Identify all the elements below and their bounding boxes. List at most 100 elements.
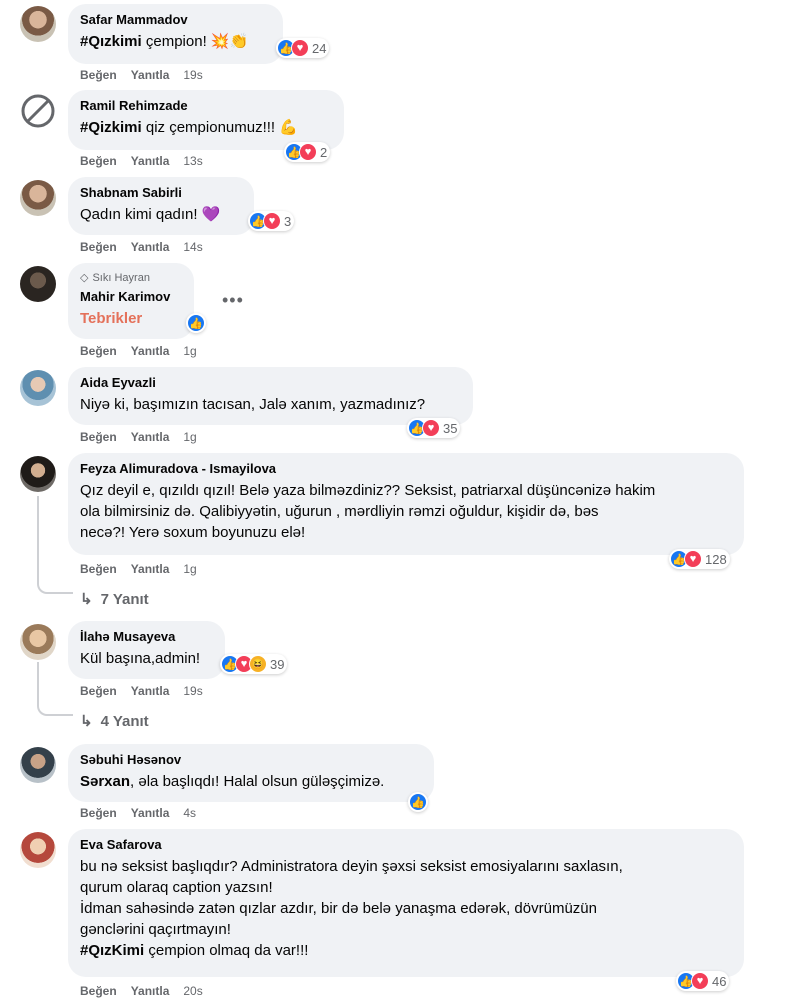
comment-author[interactable]: İlahə Musayeva bbox=[80, 629, 213, 645]
comment-text: bu nə seksist başlıqdır? Administratora … bbox=[80, 858, 623, 959]
reaction-summary[interactable]: 👍 ♥ 24 bbox=[276, 38, 330, 58]
comment-text: #Qızkimi çempion! 💥👏 bbox=[80, 33, 249, 50]
reaction-summary[interactable]: 👍 bbox=[408, 792, 428, 812]
comment-actions: Beğen Yanıtla 19s bbox=[80, 683, 203, 699]
reaction-summary[interactable]: 👍 ♥ 😆 39 bbox=[220, 654, 288, 674]
love-reaction-icon: ♥ bbox=[691, 972, 709, 990]
top-fan-badge: ◇ Sıkı Hayran bbox=[80, 272, 150, 284]
like-button[interactable]: Beğen bbox=[80, 67, 117, 83]
reaction-count: 24 bbox=[312, 40, 327, 56]
comment-bubble: Shabnam Sabirli Qadın kimi qadın! 💜 bbox=[68, 177, 254, 235]
comment-author[interactable]: Səbuhi Həsənov bbox=[80, 752, 422, 768]
timestamp[interactable]: 1g bbox=[183, 429, 196, 445]
comment-actions: Beğen Yanıtla 20s bbox=[80, 983, 203, 999]
comment-author[interactable]: Ramil Rehimzade bbox=[80, 98, 332, 114]
comment-actions: Beğen Yanıtla 1g bbox=[80, 343, 197, 359]
love-reaction-icon: ♥ bbox=[422, 419, 440, 437]
reply-button[interactable]: Yanıtla bbox=[131, 343, 170, 359]
like-button[interactable]: Beğen bbox=[80, 153, 117, 169]
comment-actions: Beğen Yanıtla 1g bbox=[80, 429, 197, 445]
like-button[interactable]: Beğen bbox=[80, 561, 117, 577]
reply-button[interactable]: Yanıtla bbox=[131, 67, 170, 83]
comment-text: Kül başına,admin! bbox=[80, 650, 201, 667]
avatar[interactable] bbox=[20, 832, 56, 868]
comment-author[interactable]: Mahir Karimov bbox=[80, 289, 182, 305]
diamond-icon: ◇ bbox=[80, 272, 89, 284]
love-reaction-icon: ♥ bbox=[263, 212, 281, 230]
reaction-count: 39 bbox=[270, 656, 285, 672]
reaction-count: 46 bbox=[712, 973, 727, 989]
reply-button[interactable]: Yanıtla bbox=[131, 683, 170, 699]
reaction-summary[interactable]: 👍 ♥ 3 bbox=[248, 211, 295, 231]
like-button[interactable]: Beğen bbox=[80, 683, 117, 699]
comment-actions: Beğen Yanıtla 14s bbox=[80, 239, 203, 255]
reaction-count: 2 bbox=[320, 144, 328, 160]
hashtag-link[interactable]: #Qızkimi bbox=[80, 33, 142, 50]
love-reaction-icon: ♥ bbox=[291, 39, 309, 57]
like-reaction-icon: 👍 bbox=[409, 793, 427, 811]
reply-arrow-icon: ↳ bbox=[80, 713, 93, 730]
thread-line bbox=[37, 496, 73, 594]
reaction-summary[interactable]: 👍 ♥ 46 bbox=[676, 971, 730, 991]
avatar[interactable] bbox=[20, 93, 56, 129]
comment-bubble: Səbuhi Həsənov Sərxan, əla başlıqdı! Hal… bbox=[68, 744, 434, 802]
reply-button[interactable]: Yanıtla bbox=[131, 561, 170, 577]
like-button[interactable]: Beğen bbox=[80, 343, 117, 359]
avatar[interactable] bbox=[20, 624, 56, 660]
reply-button[interactable]: Yanıtla bbox=[131, 239, 170, 255]
reaction-summary[interactable]: 👍 ♥ 128 bbox=[669, 549, 730, 569]
love-reaction-icon: ♥ bbox=[299, 143, 317, 161]
comment-author[interactable]: Eva Safarova bbox=[80, 837, 732, 853]
timestamp[interactable]: 20s bbox=[183, 983, 202, 999]
comment-bubble: Safar Mammadov #Qızkimi çempion! 💥👏 bbox=[68, 4, 283, 64]
avatar[interactable] bbox=[20, 456, 56, 492]
reaction-summary[interactable]: 👍 ♥ 2 bbox=[284, 142, 331, 162]
timestamp[interactable]: 19s bbox=[183, 67, 202, 83]
reaction-summary[interactable]: 👍 ♥ 35 bbox=[407, 418, 461, 438]
timestamp[interactable]: 1g bbox=[183, 561, 196, 577]
timestamp[interactable]: 1g bbox=[183, 343, 196, 359]
reply-button[interactable]: Yanıtla bbox=[131, 805, 170, 821]
avatar[interactable] bbox=[20, 266, 56, 302]
comment-text: #Qizkimi qiz çempionumuz!!! 💪 bbox=[80, 119, 298, 136]
comment-author[interactable]: Feyza Alimuradova - Ismayilova bbox=[80, 461, 732, 477]
comment-author[interactable]: Shabnam Sabirli bbox=[80, 185, 242, 201]
reply-button[interactable]: Yanıtla bbox=[131, 429, 170, 445]
comment-author[interactable]: Safar Mammadov bbox=[80, 12, 271, 28]
hashtag-link[interactable]: #QızKimi bbox=[80, 942, 144, 959]
comment-text: Qadın kimi qadın! 💜 bbox=[80, 206, 221, 223]
comment-text: Qız deyil e, qızıldı qızıl! Belə yaza bi… bbox=[80, 482, 656, 541]
comment-actions: Beğen Yanıtla 4s bbox=[80, 805, 196, 821]
avatar[interactable] bbox=[20, 370, 56, 406]
mention-link[interactable]: Sərxan bbox=[80, 773, 130, 790]
like-button[interactable]: Beğen bbox=[80, 805, 117, 821]
avatar[interactable] bbox=[20, 180, 56, 216]
comment-bubble: Ramil Rehimzade #Qizkimi qiz çempionumuz… bbox=[68, 90, 344, 150]
like-button[interactable]: Beğen bbox=[80, 429, 117, 445]
reaction-summary[interactable]: 👍 bbox=[186, 313, 206, 333]
comment-bubble: Eva Safarova bu nə seksist başlıqdır? Ad… bbox=[68, 829, 744, 977]
view-replies-link[interactable]: ↳ 7 Yanıt bbox=[80, 590, 149, 609]
thread-line bbox=[37, 662, 73, 716]
reaction-count: 3 bbox=[284, 213, 292, 229]
comment-text: Niyə ki, başımızın tacısan, Jalə xanım, … bbox=[80, 396, 426, 413]
comment-bubble: Feyza Alimuradova - Ismayilova Qız deyil… bbox=[68, 453, 744, 555]
avatar[interactable] bbox=[20, 747, 56, 783]
timestamp[interactable]: 14s bbox=[183, 239, 202, 255]
view-replies-link[interactable]: ↳ 4 Yanıt bbox=[80, 712, 149, 731]
blocked-avatar-icon bbox=[21, 94, 55, 128]
like-reaction-icon: 👍 bbox=[187, 314, 205, 332]
timestamp[interactable]: 4s bbox=[183, 805, 196, 821]
reply-button[interactable]: Yanıtla bbox=[131, 153, 170, 169]
like-button[interactable]: Beğen bbox=[80, 239, 117, 255]
comment-bubble: İlahə Musayeva Kül başına,admin! bbox=[68, 621, 225, 679]
reply-button[interactable]: Yanıtla bbox=[131, 983, 170, 999]
comment-author[interactable]: Aida Eyvazli bbox=[80, 375, 461, 391]
like-button[interactable]: Beğen bbox=[80, 983, 117, 999]
haha-reaction-icon: 😆 bbox=[249, 655, 267, 673]
timestamp[interactable]: 13s bbox=[183, 153, 202, 169]
timestamp[interactable]: 19s bbox=[183, 683, 202, 699]
avatar[interactable] bbox=[20, 6, 56, 42]
hashtag-link[interactable]: #Qizkimi bbox=[80, 119, 142, 136]
more-options-icon[interactable]: ••• bbox=[222, 290, 244, 311]
